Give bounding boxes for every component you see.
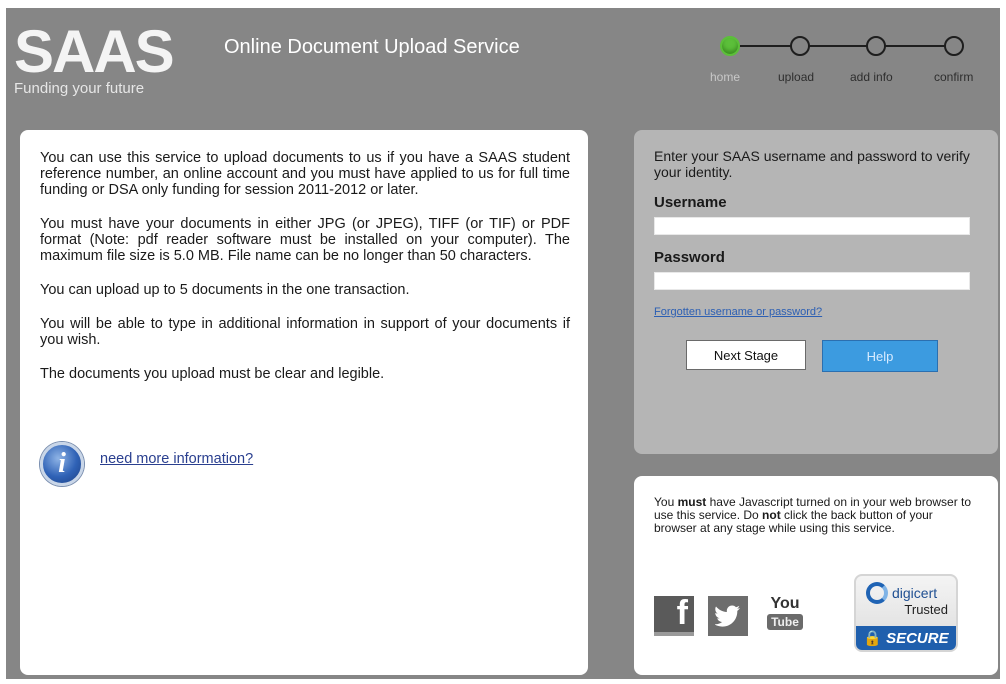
step-home-label: home	[710, 70, 741, 84]
more-info-link[interactable]: need more information?	[100, 451, 253, 467]
digicert-header: digicert	[856, 576, 956, 604]
next-stage-button[interactable]: Next Stage	[686, 340, 806, 370]
info-paragraph-limit: You can upload up to 5 documents in the …	[40, 282, 410, 298]
youtube-tube-text: Tube	[767, 614, 803, 630]
digicert-logo-icon	[866, 582, 888, 604]
youtube-you-text: You	[770, 595, 800, 612]
login-panel: Enter your SAAS username and password to…	[634, 130, 998, 454]
info-paragraph-additional: You will be able to type in additional i…	[40, 316, 570, 348]
notice-panel: You must have Javascript turned on in yo…	[634, 476, 998, 675]
page-frame: SAAS Funding your future Online Document…	[6, 8, 1000, 679]
login-buttons: Next Stage Help	[686, 340, 938, 372]
step-confirm-label: confirm	[934, 70, 974, 84]
digicert-secure-bar: 🔒 SECURE	[856, 626, 956, 650]
step-upload-label: upload	[778, 70, 815, 84]
digicert-secure-text: SECURE	[886, 629, 949, 647]
step-home-dot	[720, 36, 740, 56]
info-icon[interactable]: i	[40, 442, 84, 486]
digicert-seal[interactable]: digicert Trusted 🔒 SECURE	[854, 574, 958, 652]
password-label: Password	[654, 249, 725, 266]
logo-wordmark: SAAS	[14, 18, 175, 85]
login-intro: Enter your SAAS username and password to…	[654, 148, 970, 180]
youtube-icon[interactable]: You Tube	[766, 596, 804, 636]
digicert-name: digicert	[892, 585, 938, 601]
info-paragraph-formats: You must have your documents in either J…	[40, 216, 570, 264]
service-title: Online Document Upload Service	[224, 36, 520, 58]
info-paragraph-legible: The documents you upload must be clear a…	[40, 366, 385, 382]
password-input[interactable]	[654, 272, 970, 290]
username-label: Username	[654, 194, 727, 211]
info-panel: You can use this service to upload docum…	[20, 130, 588, 675]
step-confirm-dot	[944, 36, 964, 56]
twitter-icon[interactable]	[708, 596, 748, 636]
step-upload-dot	[790, 36, 810, 56]
info-paragraph-eligibility: You can use this service to upload docum…	[40, 150, 570, 198]
forgot-credentials-link[interactable]: Forgotten username or password?	[654, 306, 978, 318]
saas-logo[interactable]: SAAS Funding your future	[14, 18, 175, 98]
digicert-trusted: Trusted	[904, 602, 948, 617]
lock-icon: 🔒	[863, 630, 883, 647]
facebook-icon[interactable]: f	[654, 594, 694, 636]
username-input[interactable]	[654, 217, 970, 235]
social-links: f You Tube	[654, 594, 804, 636]
help-button[interactable]: Help	[822, 340, 938, 372]
twitter-bird-icon	[715, 605, 740, 627]
steps-connector	[730, 45, 952, 47]
javascript-notice: You must have Javascript turned on in yo…	[654, 495, 972, 535]
progress-steps: home upload add info confirm	[696, 34, 992, 94]
step-add-info-label: add info	[850, 70, 893, 84]
more-info-row: i need more information?	[40, 442, 253, 486]
step-add-info-dot	[866, 36, 886, 56]
